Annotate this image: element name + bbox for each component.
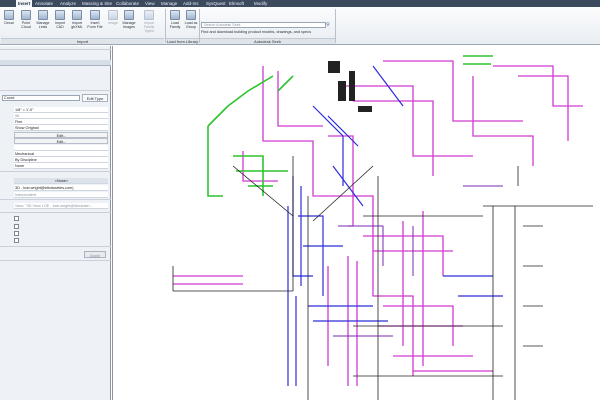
insert-from-file-button[interactable]: Insert From File [87,10,103,37]
manage-links-label: Manage Links [36,21,50,30]
type-selector[interactable]: Coord [2,95,80,101]
tab-elmsoft[interactable]: Elmsoft [227,0,246,7]
divider [0,260,111,261]
tab-manage[interactable]: Manage [159,0,179,7]
insert-from-file-icon [90,10,100,20]
image-button[interactable]: Image [106,10,120,37]
drawing-canvas[interactable] [112,46,600,400]
divider [0,212,111,213]
building-outline [172,156,593,400]
checkbox[interactable] [14,224,19,229]
ribbon-separator [335,9,336,43]
checkbox[interactable] [14,216,19,221]
divider [0,49,111,50]
point-cloud-label: Point Cloud [21,21,31,30]
import-cad-button[interactable]: Import CAD [53,10,67,37]
manage-links-icon [38,10,48,20]
owner-value[interactable]: 3D - bob.wright@tdindustries.com) [14,185,108,191]
divider [0,246,111,247]
import-family-types-icon [144,10,154,20]
manage-images-button[interactable]: Manage Images [122,10,136,37]
import-gbxml-icon [72,10,82,20]
manage-images-label: Manage Images [122,21,136,30]
import-group-label: Import [1,38,164,44]
load-as-group-button[interactable]: Load as Group [184,10,198,37]
image-icon [108,10,118,20]
tab-modify[interactable]: Modify [252,0,269,7]
revit-window: Insert Annotate Analyze Massing & Site C… [0,0,600,400]
import-cad-label: Import CAD [54,21,66,30]
divider [0,171,111,172]
seek-description: Find and download building product model… [201,30,311,34]
autodesk-seek-group-label: Autodesk Seek [200,38,335,44]
load-as-group-label: Load as Group [184,21,198,30]
tab-insert[interactable]: Insert [16,0,33,7]
manage-links-button[interactable]: Manage Links [36,10,50,37]
properties-panel: Coord Edit Type 1/8" = 1'-0" 96 Fine Sho… [0,46,111,400]
load-from-library-group-label: Load from Library [166,38,199,44]
blue-piping [287,65,503,386]
import-family-types-label: Import Family Types [143,21,155,34]
dependency-value[interactable]: Independent [14,192,108,198]
divider [0,90,111,91]
tab-annotate[interactable]: Annotate [33,0,55,7]
mep-floor-plan [172,55,593,400]
none-value[interactable]: <None> [14,178,108,184]
checkbox[interactable] [14,231,19,236]
decal-icon [4,10,14,20]
edit-type-button[interactable]: Edit Type [82,94,108,102]
import-cad-icon [55,10,65,20]
decal-button[interactable]: Decal [2,10,16,37]
decal-label: Decal [4,21,14,25]
manage-images-icon [124,10,134,20]
checkbox[interactable] [14,238,19,243]
tab-add-ins[interactable]: Add-Ins [181,0,201,7]
edit-button[interactable]: Edit... [14,138,108,144]
tab-sysquest[interactable]: SysQuest [204,0,228,7]
view-template-value[interactable]: View: "3D View LOE - bob.wright@tdindust… [14,203,108,209]
point-cloud-button[interactable]: Point Cloud [19,10,33,37]
search-icon[interactable]: ⚲ [325,22,331,28]
import-gbxml-button[interactable]: Import gbXML [70,10,84,37]
property-value[interactable]: None [14,163,108,169]
purple-piping [333,185,503,337]
tab-collaborate[interactable]: Collaborate [114,0,141,7]
point-cloud-icon [21,10,31,20]
load-family-button[interactable]: Load Family [168,10,182,37]
tab-view[interactable]: View [143,0,157,7]
tab-analyze[interactable]: Analyze [58,0,78,7]
divider [0,199,111,200]
import-family-types-button[interactable]: Import Family Types [142,10,156,37]
properties-header [0,60,111,66]
apply-button[interactable]: Apply [84,251,106,258]
ribbon-panel: Decal Point Cloud Manage Links Import CA… [0,7,600,45]
insert-from-file-label: Insert From File [87,21,103,30]
seek-search-input[interactable]: Search Autodesk Seek [201,22,326,28]
load-as-group-icon [186,10,196,20]
tab-massing-site[interactable]: Massing & Site [80,0,114,7]
ribbon-tab-bar: Insert Annotate Analyze Massing & Site C… [0,0,600,7]
load-family-icon [170,10,180,20]
property-value[interactable]: Show Original [14,125,108,131]
import-gbxml-label: Import gbXML [71,21,83,30]
